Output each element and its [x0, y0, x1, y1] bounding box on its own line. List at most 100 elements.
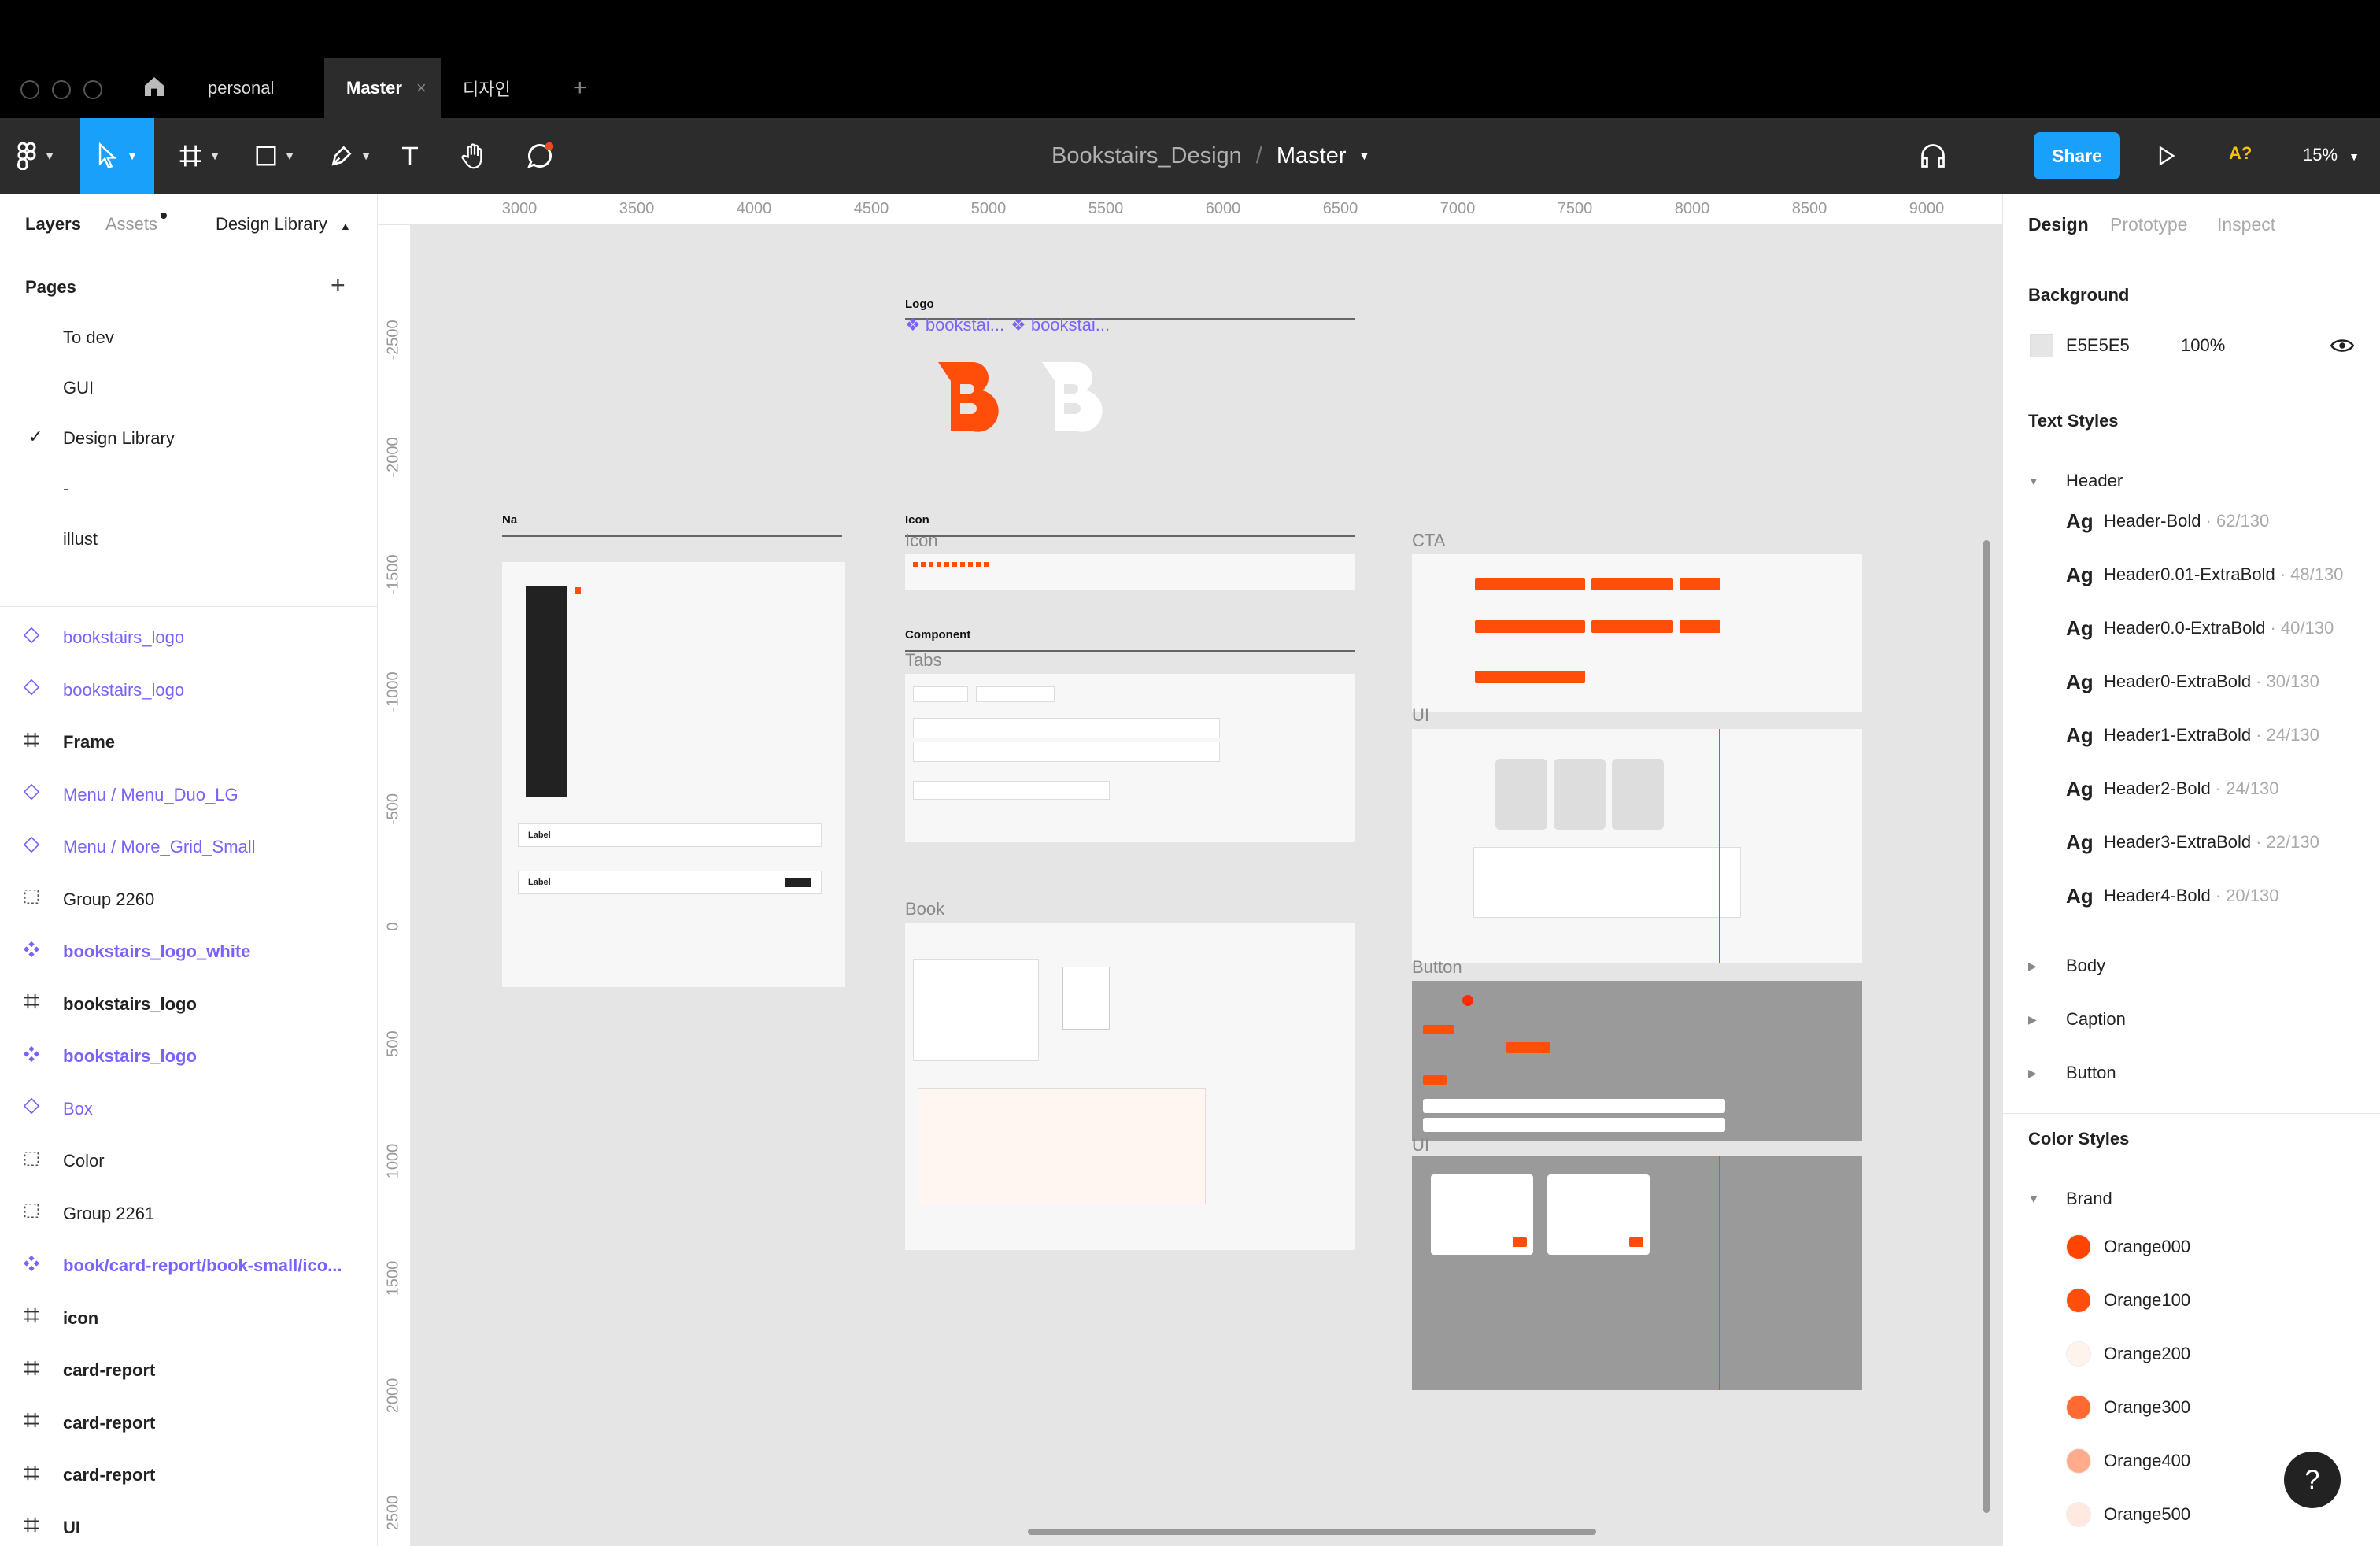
- tab-inspect[interactable]: Inspect: [2217, 214, 2275, 235]
- book-frame[interactable]: [905, 923, 1355, 1250]
- tab-personal[interactable]: personal: [186, 58, 296, 118]
- text-style-item[interactable]: AgHeader2-Bold· 24/130: [2066, 773, 2278, 804]
- eye-visibility-icon[interactable]: [2330, 335, 2354, 360]
- logo-instance-label[interactable]: ❖ bookstai...: [905, 315, 1004, 335]
- accessibility-check-button[interactable]: A?: [2229, 143, 2252, 164]
- comment-tool[interactable]: [518, 118, 562, 194]
- page-name[interactable]: Master: [1277, 143, 1347, 169]
- window-zoom-dot[interactable]: [83, 80, 102, 99]
- tab-assets[interactable]: Assets: [105, 214, 157, 235]
- frame-name-icon[interactable]: Icon: [905, 531, 938, 551]
- shape-tool[interactable]: ▼: [241, 118, 309, 194]
- bookstairs-logo-orange-icon[interactable]: [932, 359, 1007, 438]
- frame-name-button[interactable]: Button: [1412, 957, 1462, 978]
- help-button[interactable]: ?: [2284, 1452, 2341, 1508]
- share-button[interactable]: Share: [2034, 132, 2120, 179]
- vertical-scrollbar[interactable]: [1983, 540, 1990, 1513]
- text-style-item[interactable]: AgHeader4-Bold· 20/130: [2066, 880, 2278, 912]
- zoom-dropdown[interactable]: 15% ▼: [2303, 145, 2360, 165]
- tabs-frame[interactable]: [905, 674, 1355, 842]
- text-style-item[interactable]: AgHeader-Bold· 62/130: [2066, 505, 2269, 537]
- background-opacity-input[interactable]: 100%: [2181, 335, 2225, 356]
- layer-item[interactable]: bookstairs_logo: [0, 612, 378, 663]
- layer-item[interactable]: card-report: [0, 1398, 378, 1448]
- frame-name-ui[interactable]: UI: [1412, 705, 1429, 726]
- horizontal-scrollbar[interactable]: [1028, 1529, 1596, 1535]
- color-style-group-brand[interactable]: ▼ Brand: [2028, 1189, 2112, 1209]
- layer-item[interactable]: Box: [0, 1084, 378, 1134]
- window-minimize-dot[interactable]: [52, 80, 71, 99]
- text-style-group-header[interactable]: ▼ Header: [2028, 471, 2123, 491]
- canvas[interactable]: Logo ❖ bookstai... ❖ bookstai... Na Labe…: [411, 225, 2002, 1546]
- icon-frame[interactable]: [905, 554, 1355, 590]
- text-style-group-button[interactable]: ▶ Button: [2028, 1063, 2116, 1083]
- pen-tool[interactable]: ▼: [316, 118, 384, 194]
- layer-item[interactable]: Menu / More_Grid_Small: [0, 822, 378, 872]
- tab-design[interactable]: Design: [2028, 214, 2089, 235]
- home-icon[interactable]: [142, 74, 167, 103]
- nav-frame[interactable]: Label Label: [502, 562, 845, 987]
- layer-item[interactable]: Menu / Menu_Duo_LG: [0, 770, 378, 820]
- layer-item[interactable]: Group 2261: [0, 1189, 378, 1239]
- frame-tool[interactable]: ▼: [165, 118, 233, 194]
- page-item-design-library[interactable]: Design Library: [63, 428, 175, 449]
- frame-name-tabs[interactable]: Tabs: [905, 650, 941, 671]
- page-item-to-dev[interactable]: To dev: [63, 327, 114, 348]
- tab-design-kr[interactable]: 디자인: [441, 58, 533, 118]
- color-style-item[interactable]: Orange000: [2066, 1234, 2190, 1259]
- layer-item[interactable]: icon: [0, 1293, 378, 1344]
- logo-instance-label[interactable]: ❖ bookstai...: [1011, 315, 1110, 335]
- layer-item[interactable]: Color: [0, 1136, 378, 1186]
- text-style-item[interactable]: AgHeader3-ExtraBold· 22/130: [2066, 827, 2319, 858]
- audio-chat-button[interactable]: [1911, 118, 1955, 194]
- text-style-item[interactable]: AgHeader0-ExtraBold· 30/130: [2066, 666, 2319, 697]
- file-name[interactable]: Bookstairs_Design: [1051, 143, 1242, 169]
- layer-item[interactable]: Frame: [0, 717, 378, 767]
- page-item-dash[interactable]: -: [63, 479, 68, 499]
- move-tool[interactable]: ▼: [80, 118, 154, 194]
- color-style-item[interactable]: Orange100: [2066, 1288, 2190, 1313]
- layer-item[interactable]: book/card-report/book-small/ico...: [0, 1241, 378, 1291]
- layer-item[interactable]: bookstairs_logo: [0, 665, 378, 716]
- layer-item[interactable]: Group 2260: [0, 875, 378, 925]
- text-style-item[interactable]: AgHeader0.0-ExtraBold· 40/130: [2066, 612, 2334, 644]
- layer-item[interactable]: UI: [0, 1503, 378, 1546]
- library-dropdown[interactable]: Design Library ▲: [216, 214, 351, 235]
- frame-name-ui[interactable]: UI: [1412, 1135, 1429, 1156]
- text-tool[interactable]: [390, 118, 430, 194]
- color-style-item[interactable]: Orange500: [2066, 1502, 2190, 1527]
- tab-close-icon[interactable]: ×: [416, 78, 427, 98]
- add-page-plus-icon[interactable]: +: [331, 271, 346, 300]
- layer-item[interactable]: card-report: [0, 1345, 378, 1396]
- ui-frame[interactable]: [1412, 729, 1862, 963]
- button-frame[interactable]: [1412, 981, 1862, 1141]
- layer-item[interactable]: card-report: [0, 1450, 378, 1500]
- page-item-illust[interactable]: illust: [63, 529, 98, 549]
- color-style-item[interactable]: Orange200: [2066, 1341, 2190, 1367]
- color-style-item[interactable]: Orange400: [2066, 1448, 2190, 1474]
- main-menu-button[interactable]: ▼: [0, 118, 72, 194]
- ui-dialog-frame[interactable]: [1412, 1156, 1862, 1390]
- chevron-down-icon[interactable]: ▼: [1359, 150, 1370, 162]
- layer-item[interactable]: bookstairs_logo: [0, 979, 378, 1030]
- page-item-gui[interactable]: GUI: [63, 378, 94, 398]
- text-style-item[interactable]: AgHeader0.01-ExtraBold· 48/130: [2066, 559, 2343, 590]
- layer-item[interactable]: bookstairs_logo_white: [0, 926, 378, 977]
- background-color-swatch[interactable]: [2030, 334, 2053, 357]
- frame-name-cta[interactable]: CTA: [1412, 531, 1445, 551]
- layer-item[interactable]: bookstairs_logo: [0, 1031, 378, 1082]
- text-style-group-caption[interactable]: ▶ Caption: [2028, 1009, 2126, 1030]
- tab-layers[interactable]: Layers: [25, 214, 81, 235]
- color-style-item[interactable]: Orange300: [2066, 1395, 2190, 1420]
- tab-prototype[interactable]: Prototype: [2110, 214, 2187, 235]
- window-close-dot[interactable]: [20, 80, 39, 99]
- tab-master[interactable]: Master ×: [324, 58, 441, 118]
- bookstairs-logo-white-icon[interactable]: [1036, 359, 1111, 438]
- frame-name-book[interactable]: Book: [905, 899, 944, 919]
- text-style-group-body[interactable]: ▶ Body: [2028, 956, 2105, 976]
- present-button[interactable]: [2155, 145, 2177, 171]
- hand-tool[interactable]: [455, 118, 494, 194]
- text-style-item[interactable]: AgHeader1-ExtraBold· 24/130: [2066, 719, 2319, 751]
- new-tab-button[interactable]: +: [551, 58, 609, 118]
- cta-frame[interactable]: [1412, 554, 1862, 712]
